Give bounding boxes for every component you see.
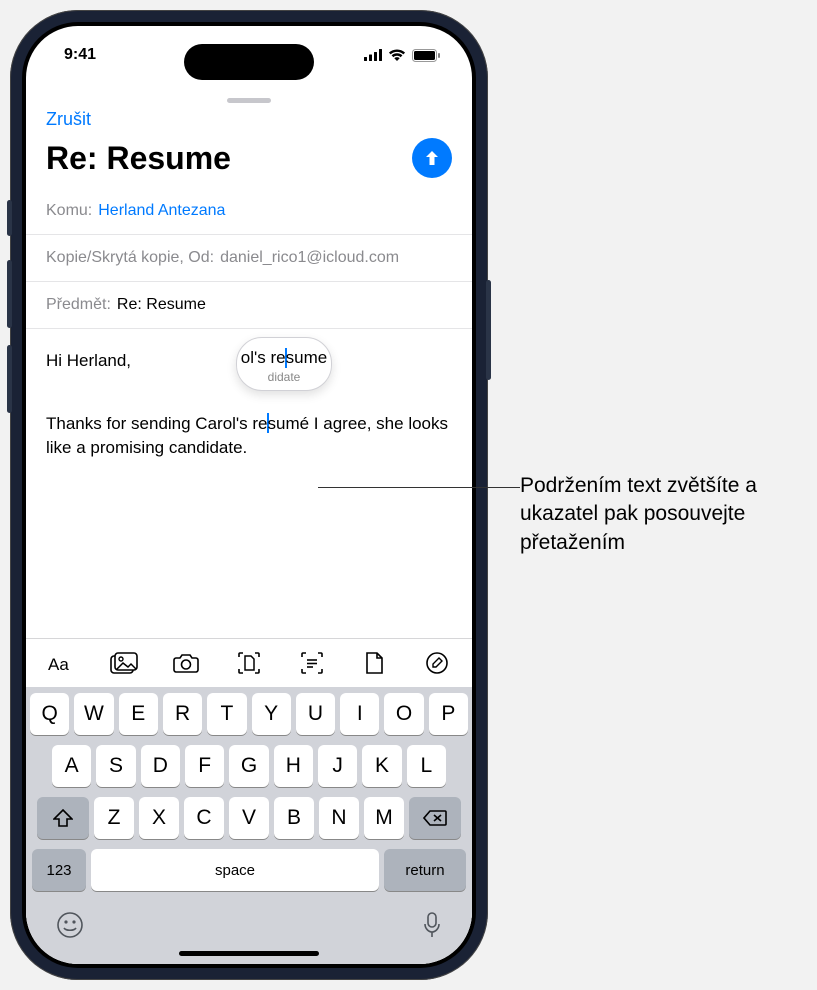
sheet-grabber[interactable] xyxy=(227,98,271,103)
header-row: Re: Resume xyxy=(26,138,472,188)
keyboard-footer xyxy=(26,903,472,949)
keyboard-row-2: ASDFGHJKL xyxy=(30,745,468,787)
key-w[interactable]: W xyxy=(74,693,113,735)
scan-text-button[interactable] xyxy=(296,647,328,679)
key-v[interactable]: V xyxy=(229,797,269,839)
to-recipient[interactable]: Herland Antezana xyxy=(98,202,225,220)
numbers-key[interactable]: 123 xyxy=(32,849,86,891)
keyboard: QWERTYUIOP ASDFGHJKL ZXCVBNM 123 space xyxy=(26,687,472,903)
key-a[interactable]: A xyxy=(52,745,91,787)
scan-text-icon xyxy=(300,651,324,675)
return-key[interactable]: return xyxy=(384,849,466,891)
backspace-icon xyxy=(423,809,447,827)
status-icons xyxy=(364,49,440,62)
camera-icon xyxy=(173,653,199,673)
volume-up-button[interactable] xyxy=(7,260,12,328)
message-body[interactable]: Hi Herland, Thanks for sending Carol's r… xyxy=(26,329,472,638)
loupe-text-line2: didate xyxy=(268,369,301,386)
cellular-icon xyxy=(364,49,382,61)
from-address: daniel_rico1@icloud.com xyxy=(220,249,399,267)
subject-field[interactable]: Předmět: Re: Resume xyxy=(26,282,472,329)
battery-icon xyxy=(412,49,440,62)
key-z[interactable]: Z xyxy=(94,797,134,839)
compose-title: Re: Resume xyxy=(46,140,231,177)
to-field[interactable]: Komu: Herland Antezana xyxy=(26,188,472,235)
key-q[interactable]: Q xyxy=(30,693,69,735)
keyboard-row-1: QWERTYUIOP xyxy=(30,693,468,735)
svg-text:Aa: Aa xyxy=(48,655,69,674)
markup-button[interactable] xyxy=(421,647,453,679)
shift-key[interactable] xyxy=(37,797,89,839)
dynamic-island xyxy=(184,44,314,80)
cc-field[interactable]: Kopie/Skrytá kopie, Od: daniel_rico1@icl… xyxy=(26,235,472,282)
status-time: 9:41 xyxy=(64,46,96,64)
space-key[interactable]: space xyxy=(91,849,379,891)
attach-file-button[interactable] xyxy=(358,647,390,679)
arrow-up-icon xyxy=(422,148,442,168)
format-button[interactable]: Aa xyxy=(45,647,77,679)
cc-label: Kopie/Skrytá kopie, Od: xyxy=(46,249,214,267)
keyboard-toolbar: Aa xyxy=(26,638,472,687)
side-button[interactable] xyxy=(486,280,491,380)
text-magnifier-loupe: ol's resume didate xyxy=(236,337,332,391)
phone-bezel: 9:41 Zrušit Re: Resume Komu: xyxy=(22,22,476,968)
key-r[interactable]: R xyxy=(163,693,202,735)
body-paragraph: Thanks for sending Carol's resumé I agre… xyxy=(46,412,452,461)
key-m[interactable]: M xyxy=(364,797,404,839)
callout-text: Podržením text zvětšíte a ukazatel pak p… xyxy=(520,472,800,557)
key-c[interactable]: C xyxy=(184,797,224,839)
callout-leader-line xyxy=(318,487,520,488)
key-e[interactable]: E xyxy=(119,693,158,735)
shift-icon xyxy=(53,809,73,827)
key-x[interactable]: X xyxy=(139,797,179,839)
loupe-text-after: sume xyxy=(286,346,328,371)
emoji-key[interactable] xyxy=(56,911,84,939)
keyboard-row-4: 123 space return xyxy=(30,849,468,891)
backspace-key[interactable] xyxy=(409,797,461,839)
home-indicator[interactable] xyxy=(179,951,319,956)
photos-button[interactable] xyxy=(108,647,140,679)
scan-document-icon xyxy=(237,651,261,675)
microphone-icon xyxy=(422,911,442,939)
key-l[interactable]: L xyxy=(407,745,446,787)
key-t[interactable]: T xyxy=(207,693,246,735)
key-h[interactable]: H xyxy=(274,745,313,787)
key-s[interactable]: S xyxy=(96,745,135,787)
key-f[interactable]: F xyxy=(185,745,224,787)
phone-frame: 9:41 Zrušit Re: Resume Komu: xyxy=(10,10,488,980)
key-p[interactable]: P xyxy=(429,693,468,735)
key-u[interactable]: U xyxy=(296,693,335,735)
send-button[interactable] xyxy=(412,138,452,178)
key-j[interactable]: J xyxy=(318,745,357,787)
key-k[interactable]: K xyxy=(362,745,401,787)
key-b[interactable]: B xyxy=(274,797,314,839)
wifi-icon xyxy=(388,49,406,61)
emoji-icon xyxy=(56,911,84,939)
key-n[interactable]: N xyxy=(319,797,359,839)
subject-label: Předmět: xyxy=(46,296,111,314)
screen: 9:41 Zrušit Re: Resume Komu: xyxy=(26,26,472,964)
loupe-text-before: ol's re xyxy=(241,346,286,371)
cancel-button[interactable]: Zrušit xyxy=(26,107,472,138)
home-indicator-area xyxy=(26,949,472,964)
text-format-icon: Aa xyxy=(48,652,74,674)
dictation-key[interactable] xyxy=(422,911,442,939)
camera-button[interactable] xyxy=(170,647,202,679)
key-i[interactable]: I xyxy=(340,693,379,735)
silence-switch[interactable] xyxy=(7,200,12,236)
body-before-cursor: Thanks for sending Carol's re xyxy=(46,414,268,433)
document-icon xyxy=(364,651,384,675)
markup-icon xyxy=(425,651,449,675)
key-d[interactable]: D xyxy=(141,745,180,787)
to-label: Komu: xyxy=(46,202,92,220)
volume-down-button[interactable] xyxy=(7,345,12,413)
compose-sheet: Zrušit Re: Resume Komu: Herland Antezana… xyxy=(26,90,472,964)
subject-value: Re: Resume xyxy=(117,296,206,314)
keyboard-row-3: ZXCVBNM xyxy=(30,797,468,839)
photos-icon xyxy=(110,652,138,674)
scan-document-button[interactable] xyxy=(233,647,265,679)
key-o[interactable]: O xyxy=(384,693,423,735)
key-y[interactable]: Y xyxy=(252,693,291,735)
key-g[interactable]: G xyxy=(229,745,268,787)
